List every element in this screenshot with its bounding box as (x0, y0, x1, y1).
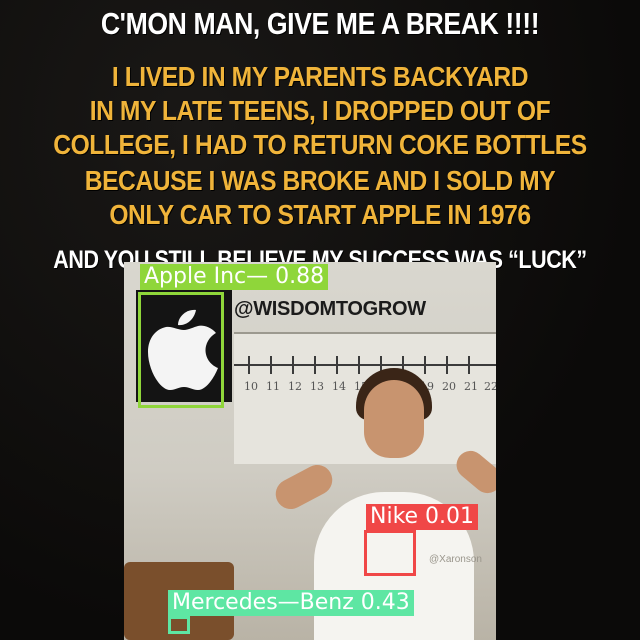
detection-label-mercedes: Mercedes—Benz 0.43 (168, 590, 414, 616)
meme-headline: C'MON MAN, GIVE ME A BREAK !!!! (100, 6, 540, 41)
whiteboard-number: 10 (244, 380, 258, 393)
meme-body-line-2: IN MY LATE TEENS, I DROPPED OUT OF (89, 95, 551, 126)
meme-body-line-5: ONLY CAR TO START APPLE IN 1976 (109, 199, 531, 230)
whiteboard-number: 11 (266, 380, 280, 393)
tick (270, 356, 272, 374)
tick (446, 356, 448, 374)
meme-body-line-4: BECAUSE I WAS BROKE AND I SOLD MY (84, 165, 556, 196)
detection-box-apple (138, 292, 224, 408)
tick (336, 356, 338, 374)
whiteboard-number: 14 (332, 380, 346, 393)
tick (248, 356, 250, 374)
whiteboard-number: 21 (464, 380, 478, 393)
tick (424, 356, 426, 374)
detection-box-nike (364, 530, 416, 576)
left-arm (270, 459, 338, 515)
corner-watermark: @Xaronson (429, 554, 482, 565)
detection-label-apple: Apple Inc— 0.88 (140, 264, 329, 290)
tick (292, 356, 294, 374)
whiteboard-number: 22 (484, 380, 496, 393)
tick (468, 356, 470, 374)
tick (358, 356, 360, 374)
whiteboard-number: 12 (288, 380, 302, 393)
tick (314, 356, 316, 374)
watermark-handle: @WISDOMTOGROW (234, 298, 426, 320)
whiteboard-number: 20 (442, 380, 456, 393)
person-head (364, 380, 424, 458)
meme-body-line-1: I LIVED IN MY PARENTS BACKYARD (111, 61, 529, 92)
meme-body-line-3: COLLEGE, I HAD TO RETURN COKE BOTTLES (53, 129, 587, 160)
number-line (234, 364, 496, 366)
detection-label-nike: Nike 0.01 (366, 504, 479, 530)
detection-box-mercedes (168, 616, 190, 634)
whiteboard-number: 13 (310, 380, 324, 393)
